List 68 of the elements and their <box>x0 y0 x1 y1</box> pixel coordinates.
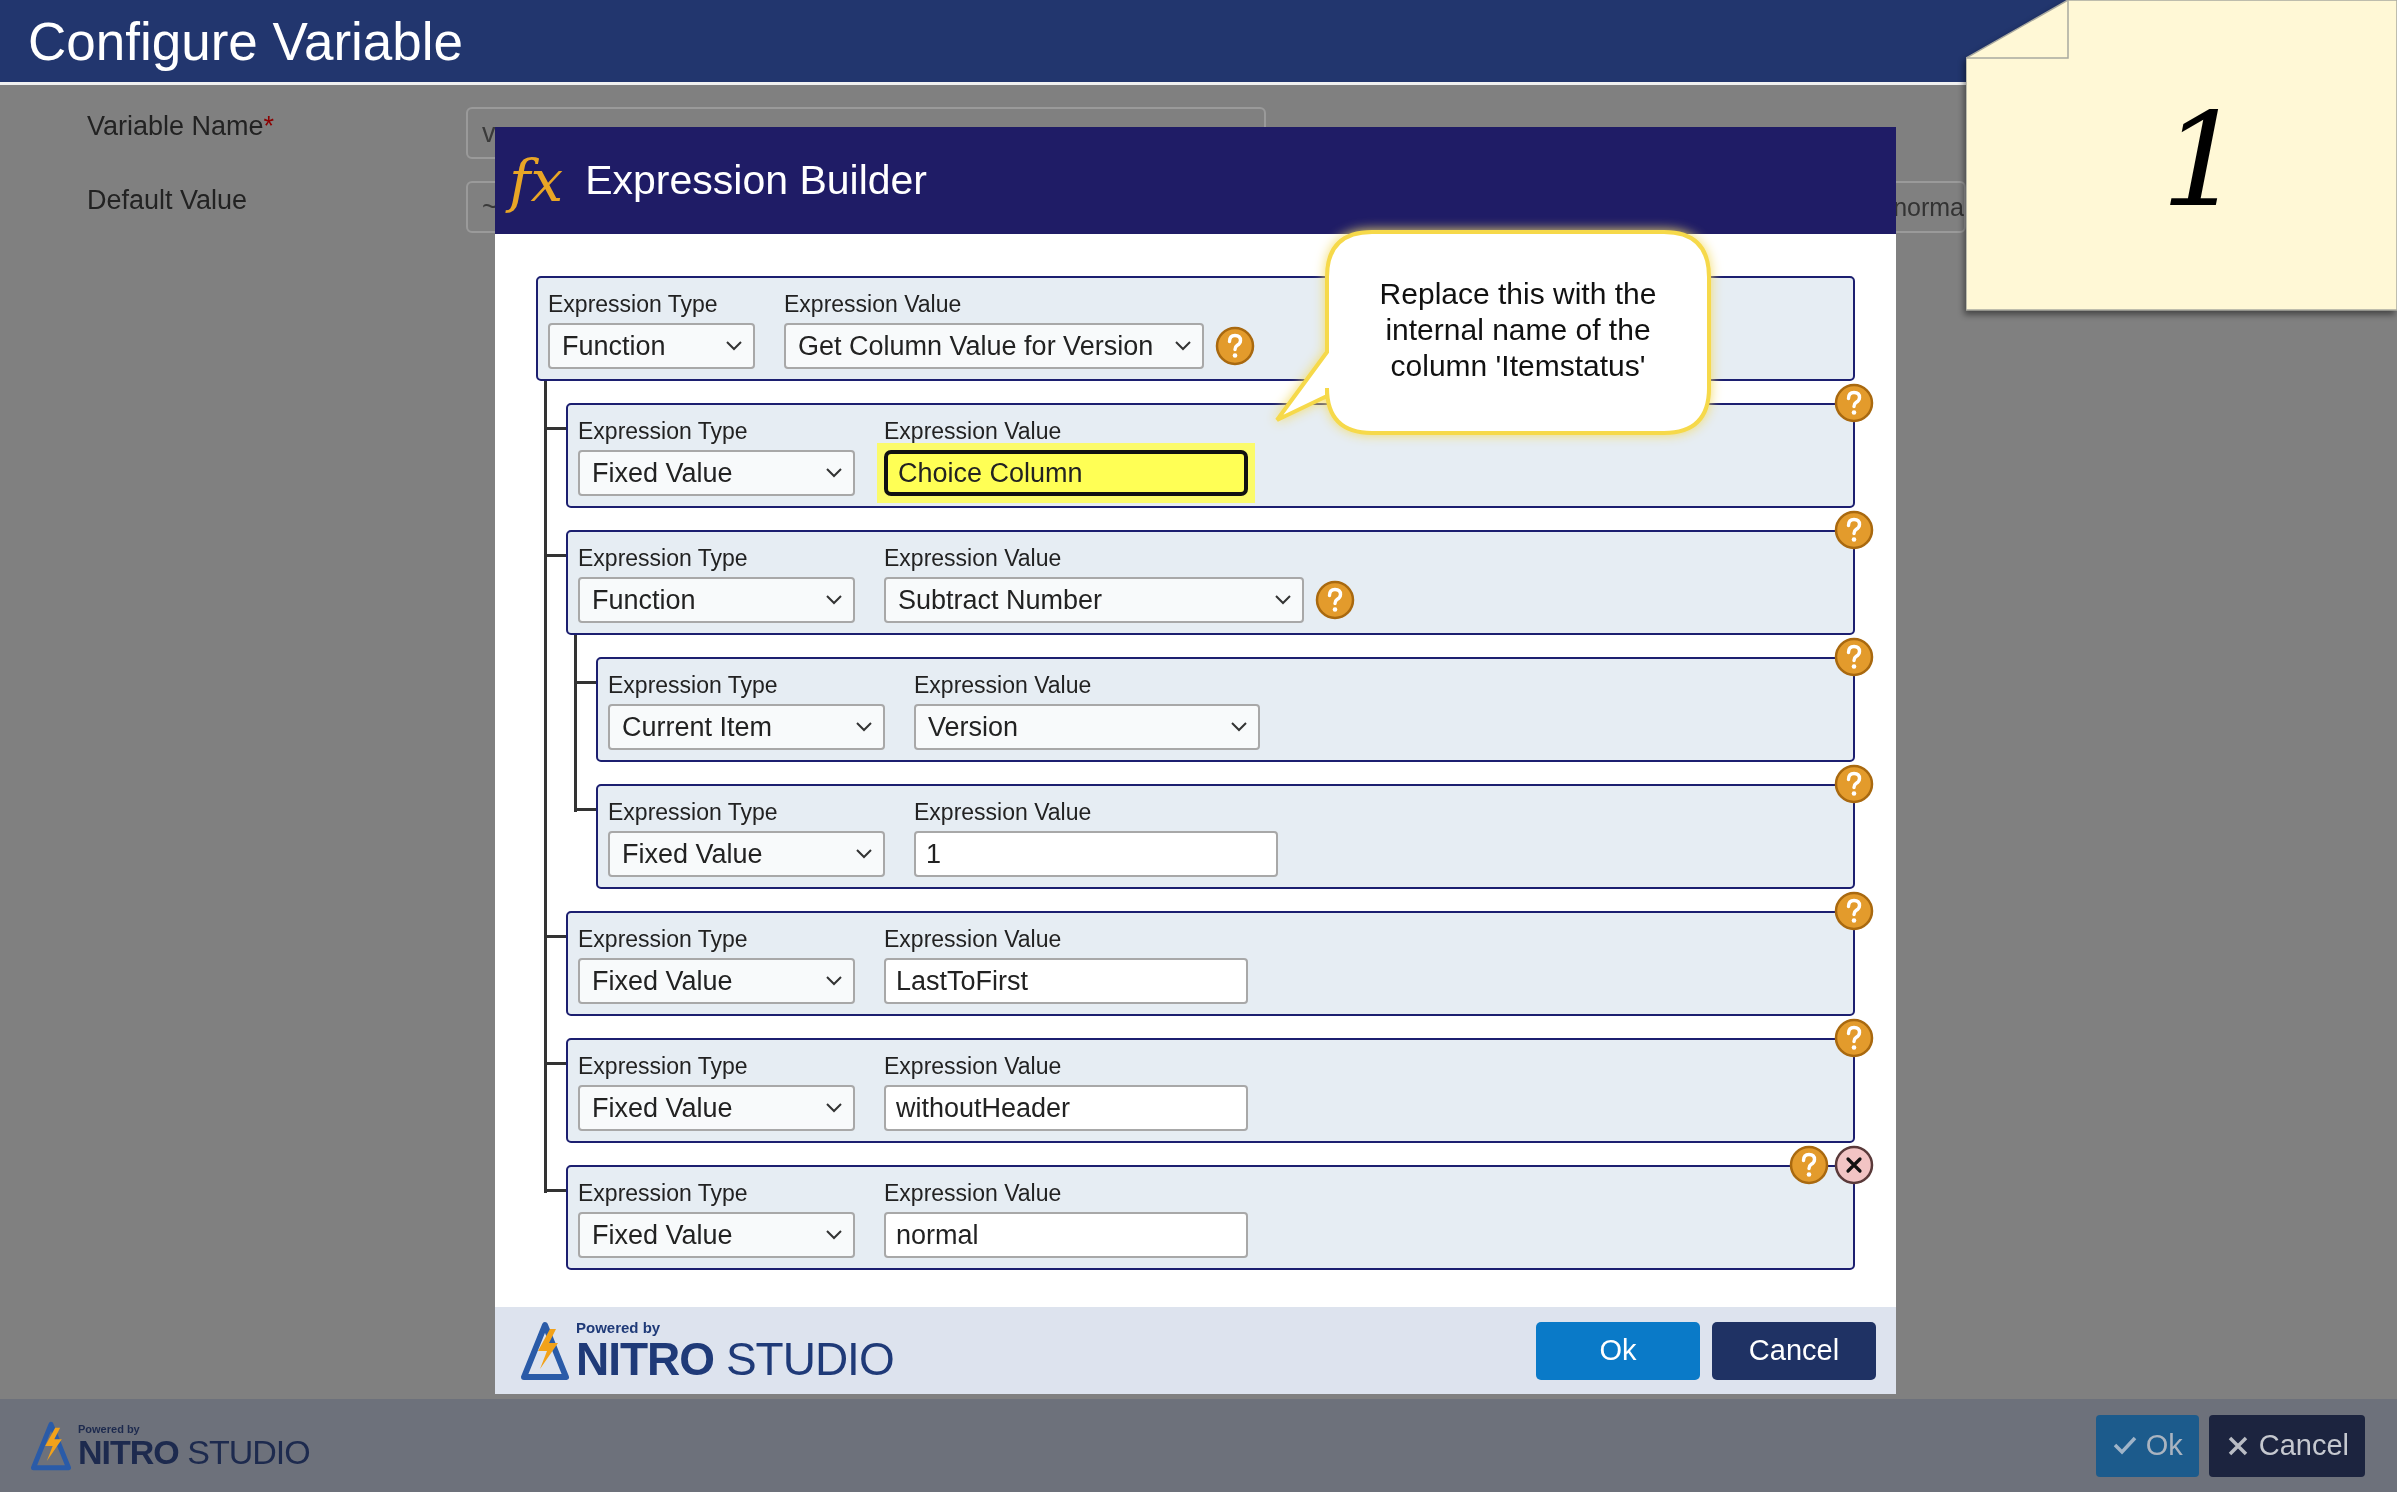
logo-wordmark: NITRO STUDIO <box>78 1434 310 1469</box>
chevron-down-icon <box>825 1229 843 1241</box>
ok-button[interactable]: Ok <box>1536 1321 1700 1380</box>
field-label: Expression Type <box>608 672 779 699</box>
field-label: Expression Value <box>884 1053 1063 1080</box>
lightning-triangle-icon <box>520 1320 570 1381</box>
help-icon[interactable] <box>1834 637 1874 677</box>
dropdown[interactable]: Function <box>548 323 755 369</box>
field-label: Expression Value <box>884 926 1063 953</box>
callout-text: Replace this with the internal name of the column 'Itemstatus' <box>1378 276 1658 384</box>
chevron-down-icon <box>1174 340 1192 352</box>
page-title: Configure Variable <box>28 10 464 72</box>
text-field[interactable]: Choice Column <box>884 450 1248 496</box>
field-label: Expression Value <box>884 418 1063 445</box>
chevron-down-icon <box>825 467 843 479</box>
logo-tagline: Powered by <box>576 1319 662 1336</box>
help-icon[interactable] <box>1215 326 1255 366</box>
field-label: Expression Type <box>578 545 749 572</box>
help-icon[interactable] <box>1834 383 1874 423</box>
field-label: Expression Value <box>884 545 1063 572</box>
text-field[interactable]: 1 <box>914 831 1278 877</box>
dropdown[interactable]: Fixed Value <box>578 1085 855 1131</box>
field-label: Expression Type <box>578 926 749 953</box>
dropdown[interactable]: Fixed Value <box>578 958 855 1004</box>
chevron-down-icon <box>1274 594 1292 606</box>
dropdown[interactable]: Fixed Value <box>608 831 885 877</box>
field-label: Expression Value <box>884 1180 1063 1207</box>
help-icon[interactable] <box>1315 580 1355 620</box>
chevron-down-icon <box>855 721 873 733</box>
chevron-down-icon <box>855 848 873 860</box>
chevron-down-icon <box>1230 721 1248 733</box>
dropdown[interactable]: Fixed Value <box>578 450 855 496</box>
chevron-down-icon <box>825 1102 843 1114</box>
text-field[interactable]: LastToFirst <box>884 958 1248 1004</box>
field-label: Expression Type <box>608 799 779 826</box>
field-label: Expression Type <box>578 1180 749 1207</box>
dropdown[interactable]: Current Item <box>608 704 885 750</box>
help-icon[interactable] <box>1834 764 1874 804</box>
note-number: 1 <box>2161 95 2244 225</box>
field-label: Expression Type <box>548 291 719 318</box>
dropdown[interactable]: Get Column Value for Version <box>784 323 1204 369</box>
cancel-button[interactable]: Cancel <box>2208 1414 2365 1477</box>
dropdown[interactable]: Function <box>578 577 855 623</box>
text-field[interactable]: normal <box>884 1212 1248 1258</box>
chevron-down-icon <box>825 594 843 606</box>
dropdown[interactable]: Subtract Number <box>884 577 1304 623</box>
chevron-down-icon <box>825 975 843 987</box>
logo-wordmark: NITRO STUDIO <box>576 1336 894 1382</box>
help-icon[interactable] <box>1834 1018 1874 1058</box>
remove-icon[interactable] <box>1834 1145 1874 1185</box>
field-label: Expression Value <box>914 672 1093 699</box>
field-label: Variable Name* <box>87 110 276 142</box>
field-label: Expression Value <box>914 799 1093 826</box>
cancel-button[interactable]: Cancel <box>1712 1321 1876 1380</box>
field-label: Expression Type <box>578 418 749 445</box>
dropdown[interactable]: Fixed Value <box>578 1212 855 1258</box>
lightning-triangle-icon <box>30 1420 72 1471</box>
logo-tagline: Powered by <box>78 1422 141 1435</box>
chevron-down-icon <box>725 340 743 352</box>
text-field[interactable]: withoutHeader <box>884 1085 1248 1131</box>
help-icon[interactable] <box>1789 1145 1829 1185</box>
field-label: Default Value <box>87 184 249 216</box>
dialog-title: Expression Builder <box>585 157 928 204</box>
help-icon[interactable] <box>1834 891 1874 931</box>
help-icon[interactable] <box>1834 510 1874 550</box>
dropdown[interactable]: Version <box>914 704 1260 750</box>
field-label: Expression Value <box>784 291 963 318</box>
field-label: Expression Type <box>578 1053 749 1080</box>
